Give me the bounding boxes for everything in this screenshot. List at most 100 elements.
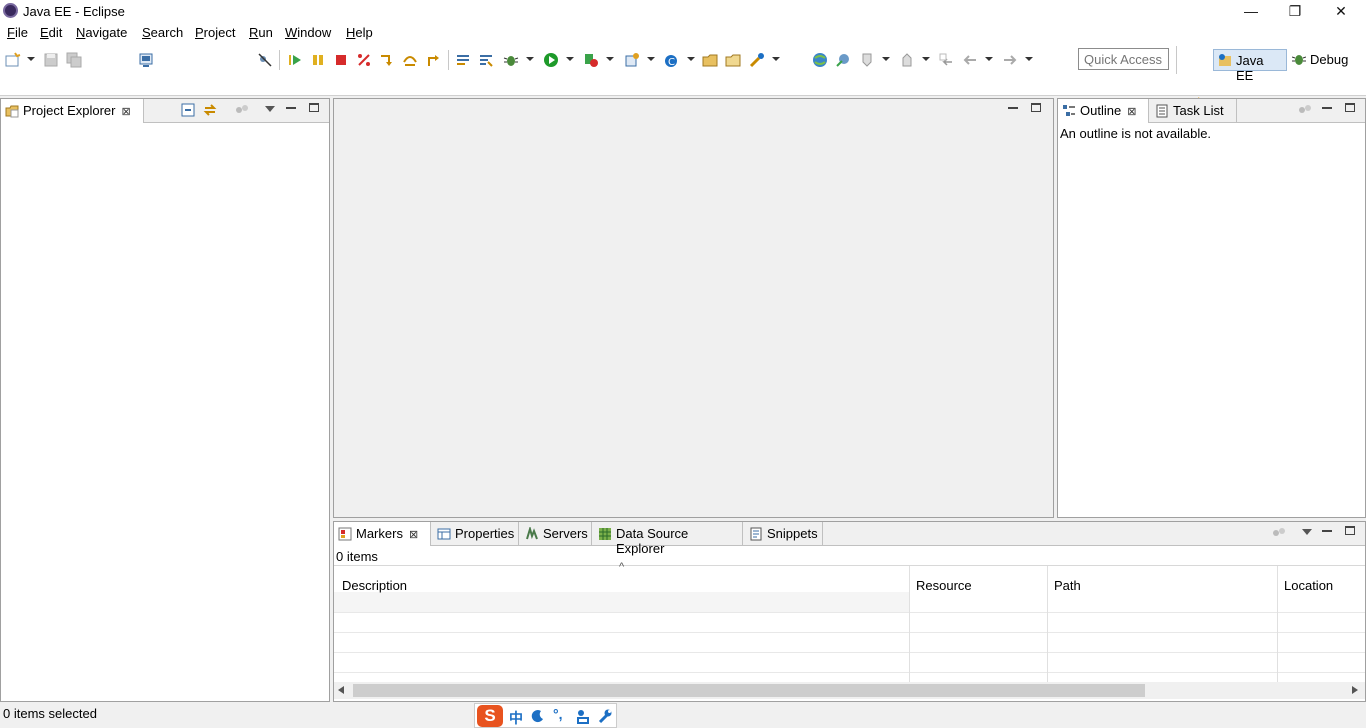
- back-icon[interactable]: [962, 52, 978, 68]
- collapse-all-icon[interactable]: [181, 103, 195, 117]
- tab-snippets[interactable]: Snippets: [745, 522, 823, 546]
- new-wizard-icon[interactable]: [5, 52, 21, 68]
- focus-on-active-task-icon[interactable]: [235, 103, 249, 117]
- perspective-java-ee[interactable]: Java EE: [1213, 49, 1287, 83]
- tab-label: Data Source Explorer: [616, 526, 689, 556]
- forward-dropdown-icon[interactable]: [1025, 57, 1033, 61]
- close-tab-icon[interactable]: ⊠: [409, 529, 418, 541]
- last-edit-location-icon[interactable]: [938, 52, 954, 68]
- menu-file[interactable]: File: [7, 25, 28, 40]
- run-dropdown-icon[interactable]: [566, 57, 574, 61]
- new-class-dropdown-icon[interactable]: [687, 57, 695, 61]
- suspend-icon[interactable]: [310, 52, 326, 68]
- maximize-view-icon[interactable]: [1345, 526, 1355, 535]
- column-header-resource[interactable]: Resource: [916, 578, 972, 593]
- open-console-icon[interactable]: [138, 52, 154, 68]
- focus-on-active-task-icon[interactable]: [1298, 103, 1312, 117]
- horizontal-scrollbar[interactable]: [334, 682, 1365, 699]
- tab-markers[interactable]: Markers ⊠: [334, 522, 431, 546]
- column-header-path[interactable]: Path: [1054, 578, 1081, 593]
- run-server-icon[interactable]: [583, 52, 599, 68]
- sort-indicator-icon: ^: [619, 561, 625, 573]
- tab-label: Project Explorer: [23, 103, 116, 118]
- wrench-icon[interactable]: [597, 708, 613, 724]
- ime-toolbar[interactable]: S 中 °,: [474, 703, 617, 728]
- tab-project-explorer[interactable]: Project Explorer ⊠: [1, 99, 144, 123]
- new-dropdown-icon[interactable]: [27, 57, 35, 61]
- external-tools-icon[interactable]: [624, 52, 640, 68]
- tab-label: Properties: [455, 526, 515, 541]
- minimize-view-icon[interactable]: [1322, 530, 1332, 532]
- punctuation-icon[interactable]: °,: [553, 706, 563, 722]
- menu-run[interactable]: Run: [249, 25, 273, 40]
- menu-navigate[interactable]: Navigate: [76, 25, 127, 40]
- disconnect-icon[interactable]: [356, 52, 372, 68]
- quick-access-input[interactable]: [1078, 48, 1169, 70]
- user-keyboard-icon[interactable]: [575, 709, 591, 725]
- column-header-location[interactable]: Location: [1284, 578, 1333, 593]
- view-menu-icon[interactable]: [265, 106, 275, 112]
- tab-outline[interactable]: Outline ⊠: [1058, 99, 1149, 123]
- open-type-icon[interactable]: [702, 52, 718, 68]
- minimize-editor-icon[interactable]: [1008, 107, 1018, 109]
- scrollbar-thumb[interactable]: [353, 684, 1145, 697]
- drop-to-frame-icon[interactable]: [455, 52, 471, 68]
- next-annotation-dropdown-icon[interactable]: [882, 57, 890, 61]
- skip-breakpoints-icon[interactable]: [257, 52, 273, 68]
- forward-icon[interactable]: [1002, 52, 1018, 68]
- tab-servers[interactable]: Servers: [521, 522, 592, 546]
- ime-language-indicator[interactable]: 中: [509, 708, 523, 728]
- save-icon[interactable]: [43, 52, 59, 68]
- scroll-right-icon[interactable]: [1352, 686, 1358, 694]
- moon-icon[interactable]: [531, 709, 545, 723]
- scroll-left-icon[interactable]: [338, 686, 344, 694]
- step-return-icon[interactable]: [425, 52, 441, 68]
- web-services-icon[interactable]: [835, 52, 851, 68]
- project-explorer-tabstrip: Project Explorer ⊠: [1, 99, 329, 123]
- run-server-dropdown-icon[interactable]: [606, 57, 614, 61]
- tab-task-list[interactable]: Task List: [1151, 99, 1237, 123]
- search-icon[interactable]: [749, 52, 765, 68]
- link-with-editor-icon[interactable]: [203, 103, 217, 117]
- open-task-icon[interactable]: [725, 52, 741, 68]
- editor-area: [333, 98, 1054, 518]
- perspective-debug[interactable]: Debug: [1288, 49, 1354, 71]
- minimize-button[interactable]: —: [1228, 0, 1274, 22]
- save-all-icon[interactable]: [66, 52, 82, 68]
- use-step-filters-icon[interactable]: [478, 52, 494, 68]
- minimize-view-icon[interactable]: [1322, 107, 1332, 109]
- resume-icon[interactable]: [287, 52, 303, 68]
- next-annotation-icon[interactable]: [859, 52, 875, 68]
- focus-on-active-task-icon[interactable]: [1272, 526, 1286, 540]
- external-tools-dropdown-icon[interactable]: [647, 57, 655, 61]
- view-menu-icon[interactable]: [1302, 529, 1312, 535]
- close-tab-icon[interactable]: ⊠: [121, 106, 130, 118]
- restore-button[interactable]: ❐: [1272, 0, 1318, 22]
- maximize-editor-icon[interactable]: [1031, 103, 1041, 112]
- menu-window[interactable]: Window: [285, 25, 331, 40]
- previous-annotation-dropdown-icon[interactable]: [922, 57, 930, 61]
- tab-properties[interactable]: Properties: [433, 522, 519, 546]
- menu-edit[interactable]: Edit: [40, 25, 62, 40]
- column-header-description[interactable]: Description: [342, 578, 407, 593]
- menu-search[interactable]: Search: [142, 25, 183, 40]
- terminate-icon[interactable]: [333, 52, 349, 68]
- maximize-view-icon[interactable]: [1345, 103, 1355, 112]
- step-into-icon[interactable]: [379, 52, 395, 68]
- menu-help[interactable]: Help: [346, 25, 373, 40]
- new-class-icon[interactable]: C: [664, 52, 680, 68]
- step-over-icon[interactable]: [402, 52, 418, 68]
- run-icon[interactable]: [543, 52, 559, 68]
- maximize-view-icon[interactable]: [309, 103, 319, 112]
- back-dropdown-icon[interactable]: [985, 57, 993, 61]
- menu-project[interactable]: Project: [195, 25, 235, 40]
- debug-dropdown-icon[interactable]: [526, 57, 534, 61]
- debug-icon[interactable]: [503, 52, 519, 68]
- close-button[interactable]: ✕: [1318, 0, 1364, 22]
- minimize-view-icon[interactable]: [286, 107, 296, 109]
- web-browser-icon[interactable]: [812, 52, 828, 68]
- tab-data-source-explorer[interactable]: Data Source Explorer: [594, 522, 743, 556]
- close-tab-icon[interactable]: ⊠: [1127, 106, 1136, 118]
- previous-annotation-icon[interactable]: [899, 52, 915, 68]
- search-dropdown-icon[interactable]: [772, 57, 780, 61]
